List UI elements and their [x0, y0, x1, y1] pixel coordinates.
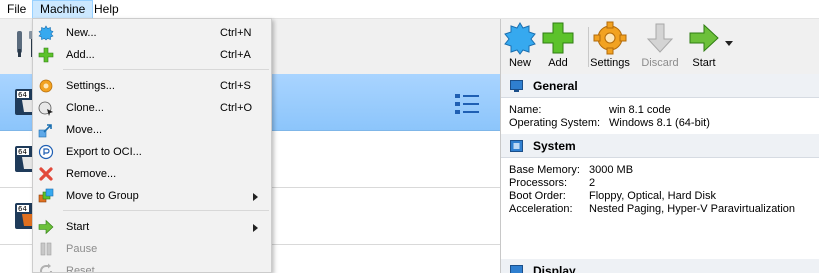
menu-item-settings[interactable]: Settings... Ctrl+S [33, 75, 271, 97]
svg-text:64: 64 [18, 148, 27, 156]
name-value: win 8.1 code [609, 104, 671, 116]
settings-button[interactable]: Settings [589, 21, 631, 73]
menu-item-export-oci[interactable]: Export to OCI... [33, 141, 271, 163]
menu-item-settings-label: Settings... [66, 80, 115, 92]
system-section-header[interactable]: System [501, 134, 819, 158]
remove-icon [39, 167, 53, 181]
clone-icon [38, 101, 53, 116]
discard-label: Discard [641, 57, 679, 69]
settings-label: Settings [590, 57, 630, 69]
menu-item-reset-label: Reset [66, 265, 95, 273]
menu-separator [63, 210, 269, 211]
chevron-down-icon[interactable] [725, 41, 733, 46]
os-value: Windows 8.1 (64-bit) [609, 117, 710, 129]
discard-arrow-icon [646, 23, 674, 53]
general-section-header[interactable]: General [501, 74, 819, 98]
acceleration-key: Acceleration: [509, 203, 573, 215]
menu-item-new-label: New... [66, 27, 97, 39]
svg-text:64: 64 [18, 205, 27, 213]
boot-order-key: Boot Order: [509, 190, 566, 202]
start-button[interactable]: Start [687, 21, 721, 73]
memory-value: 3000 MB [589, 164, 634, 176]
display-section-header[interactable]: Display [501, 259, 819, 273]
new-button[interactable]: New [503, 21, 537, 73]
start-label: Start [692, 57, 716, 69]
memory-key: Base Memory: [509, 164, 580, 176]
menu-item-move[interactable]: Move... [33, 119, 271, 141]
add-icon [38, 47, 54, 63]
processors-key: Processors: [509, 177, 568, 189]
display-icon [510, 265, 523, 273]
processors-value: 2 [589, 177, 596, 189]
menu-item-settings-shortcut: Ctrl+S [220, 80, 251, 92]
machine-menu: New... Ctrl+N Add... Ctrl+A Settings... … [32, 18, 272, 273]
menu-item-clone-shortcut: Ctrl+O [220, 102, 253, 114]
new-label: New [508, 57, 531, 69]
menu-item-clone-label: Clone... [66, 102, 104, 114]
menu-item-move-to-group-label: Move to Group [66, 190, 139, 202]
submenu-arrow-icon [253, 224, 258, 232]
details-menu-icon[interactable] [453, 92, 481, 116]
pause-icon [40, 242, 52, 256]
export-oci-icon [38, 144, 54, 160]
menu-bar: File Machine Help [0, 0, 819, 19]
menu-item-add[interactable]: Add... Ctrl+A [33, 44, 271, 66]
menu-item-clone[interactable]: Clone... Ctrl+O [33, 97, 271, 119]
display-title: Display [533, 264, 576, 273]
menu-item-remove-label: Remove... [66, 168, 117, 180]
add-icon [542, 22, 574, 54]
gear-icon [593, 21, 627, 55]
menu-item-new-shortcut: Ctrl+N [220, 27, 252, 39]
menu-item-reset[interactable]: Reset [33, 260, 271, 273]
general-title: General [533, 79, 578, 93]
menu-item-start-label: Start [66, 221, 90, 233]
submenu-arrow-icon [253, 193, 258, 201]
menu-item-pause-label: Pause [66, 243, 98, 255]
menu-item-start[interactable]: Start [33, 216, 271, 238]
boot-order-value: Floppy, Optical, Hard Disk [589, 190, 716, 202]
menu-item-remove[interactable]: Remove... [33, 163, 271, 185]
chip-icon [510, 140, 523, 152]
group-icon [38, 188, 54, 203]
svg-text:64: 64 [18, 91, 27, 99]
start-arrow-icon [38, 219, 54, 235]
move-icon [38, 124, 52, 138]
details-pane: General Name: win 8.1 code Operating Sys… [501, 74, 819, 273]
new-icon [38, 25, 54, 41]
name-key: Name: [509, 104, 542, 116]
add-button[interactable]: Add [541, 21, 575, 73]
acceleration-value: Nested Paging, Hyper-V Paravirtualizatio… [589, 203, 796, 215]
menu-item-move-label: Move... [66, 124, 103, 136]
menu-machine[interactable]: Machine [32, 0, 94, 19]
new-icon [504, 22, 536, 55]
system-title: System [533, 139, 576, 153]
menu-item-add-shortcut: Ctrl+A [220, 49, 251, 61]
menu-item-new[interactable]: New... Ctrl+N [33, 22, 271, 44]
menu-item-add-label: Add... [66, 49, 95, 61]
menu-item-pause[interactable]: Pause [33, 238, 271, 260]
menu-separator [63, 69, 269, 70]
add-label: Add [548, 57, 568, 69]
start-arrow-icon [689, 23, 719, 53]
discard-button[interactable]: Discard [641, 21, 679, 73]
menu-item-move-to-group[interactable]: Move to Group [33, 185, 271, 207]
menu-help[interactable]: Help [87, 0, 126, 19]
reset-icon [40, 263, 52, 272]
gear-icon [39, 79, 53, 93]
menu-item-export-oci-label: Export to OCI... [66, 146, 142, 158]
machine-toolbar: New Add Settings Discard Start [501, 19, 819, 74]
monitor-icon [510, 80, 523, 92]
os-key: Operating System: [509, 117, 601, 129]
menu-file[interactable]: File [0, 0, 33, 19]
